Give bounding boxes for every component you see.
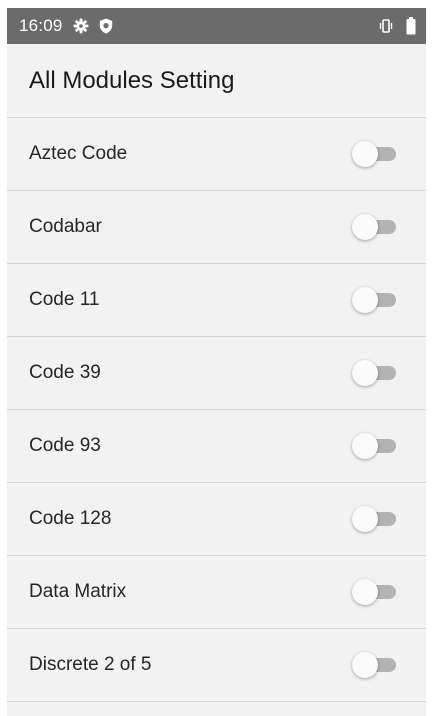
module-toggle[interactable] [352, 287, 396, 313]
module-toggle[interactable] [352, 141, 396, 167]
toggle-thumb [352, 287, 378, 313]
module-label: Data Matrix [29, 581, 127, 602]
toggle-thumb [352, 214, 378, 240]
list-item[interactable]: Code 39 [7, 337, 426, 410]
module-label: Code 11 [29, 289, 100, 310]
toggle-thumb [352, 579, 378, 605]
modules-list: Aztec Code Codabar Code 11 Code 39 Code … [7, 118, 426, 702]
toggle-thumb [352, 506, 378, 532]
app-screen: 16:09 All Modules Setting Aztec Code Cod… [7, 8, 426, 716]
list-item[interactable]: Code 11 [7, 264, 426, 337]
list-item[interactable]: Code 128 [7, 483, 426, 556]
list-item[interactable]: Aztec Code [7, 118, 426, 191]
status-time: 16:09 [19, 16, 63, 35]
module-label: Code 93 [29, 435, 101, 456]
page-title: All Modules Setting [29, 66, 235, 94]
status-bar: 16:09 [7, 8, 426, 44]
module-toggle[interactable] [352, 433, 396, 459]
gear-icon [73, 18, 89, 34]
toggle-thumb [352, 652, 378, 678]
module-label: Code 39 [29, 362, 101, 383]
module-toggle[interactable] [352, 360, 396, 386]
vibrate-icon [378, 19, 394, 33]
module-label: Aztec Code [29, 143, 128, 164]
shield-icon [99, 18, 113, 34]
module-label: Discrete 2 of 5 [29, 654, 152, 675]
toggle-thumb [352, 141, 378, 167]
module-toggle[interactable] [352, 214, 396, 240]
list-item[interactable]: Discrete 2 of 5 [7, 629, 426, 702]
module-toggle[interactable] [352, 579, 396, 605]
toggle-thumb [352, 433, 378, 459]
battery-icon [406, 17, 416, 35]
list-item[interactable]: Codabar [7, 191, 426, 264]
list-item[interactable]: Data Matrix [7, 556, 426, 629]
toggle-thumb [352, 360, 378, 386]
module-label: Codabar [29, 216, 102, 237]
module-toggle[interactable] [352, 652, 396, 678]
status-bar-left: 16:09 [19, 16, 113, 36]
list-item[interactable]: Code 93 [7, 410, 426, 483]
status-bar-right [378, 17, 416, 35]
module-toggle[interactable] [352, 506, 396, 532]
app-bar: All Modules Setting [7, 44, 426, 118]
module-label: Code 128 [29, 508, 112, 529]
